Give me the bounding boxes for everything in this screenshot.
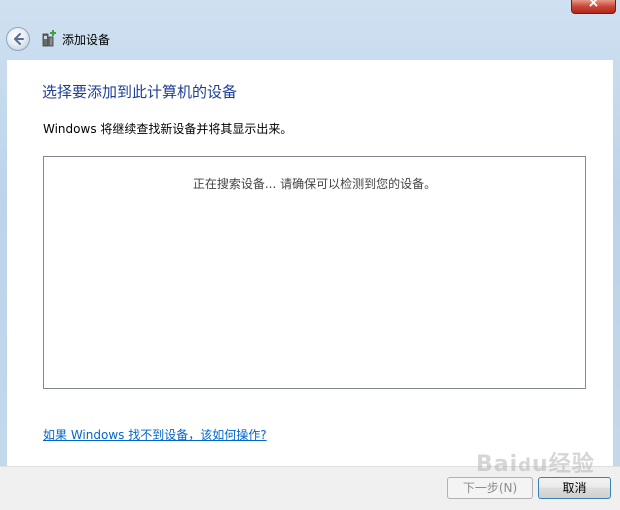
device-list[interactable]: 正在搜索设备... 请确保可以检测到您的设备。 bbox=[43, 156, 586, 389]
back-button[interactable] bbox=[6, 27, 30, 51]
window-title: 添加设备 bbox=[62, 33, 111, 47]
cancel-button[interactable]: 取消 bbox=[538, 477, 611, 499]
close-button[interactable]: × bbox=[571, 0, 616, 14]
content-panel: 选择要添加到此计算机的设备 Windows 将继续查找新设备并将其显示出来。 正… bbox=[7, 60, 613, 466]
next-button[interactable]: 下一步(N) bbox=[447, 477, 533, 499]
add-device-icon bbox=[42, 30, 56, 47]
watermark-logo: Baidu经验 bbox=[476, 452, 595, 477]
close-icon: × bbox=[587, 0, 600, 11]
search-status-text: 正在搜索设备... 请确保可以检测到您的设备。 bbox=[192, 177, 437, 191]
page-title: 选择要添加到此计算机的设备 bbox=[42, 83, 238, 101]
help-link[interactable]: 如果 Windows 找不到设备，该如何操作? bbox=[43, 426, 267, 443]
window-header: 添加设备 bbox=[0, 18, 620, 60]
description-text: Windows 将继续查找新设备并将其显示出来。 bbox=[43, 122, 293, 136]
back-arrow-icon bbox=[14, 33, 24, 45]
